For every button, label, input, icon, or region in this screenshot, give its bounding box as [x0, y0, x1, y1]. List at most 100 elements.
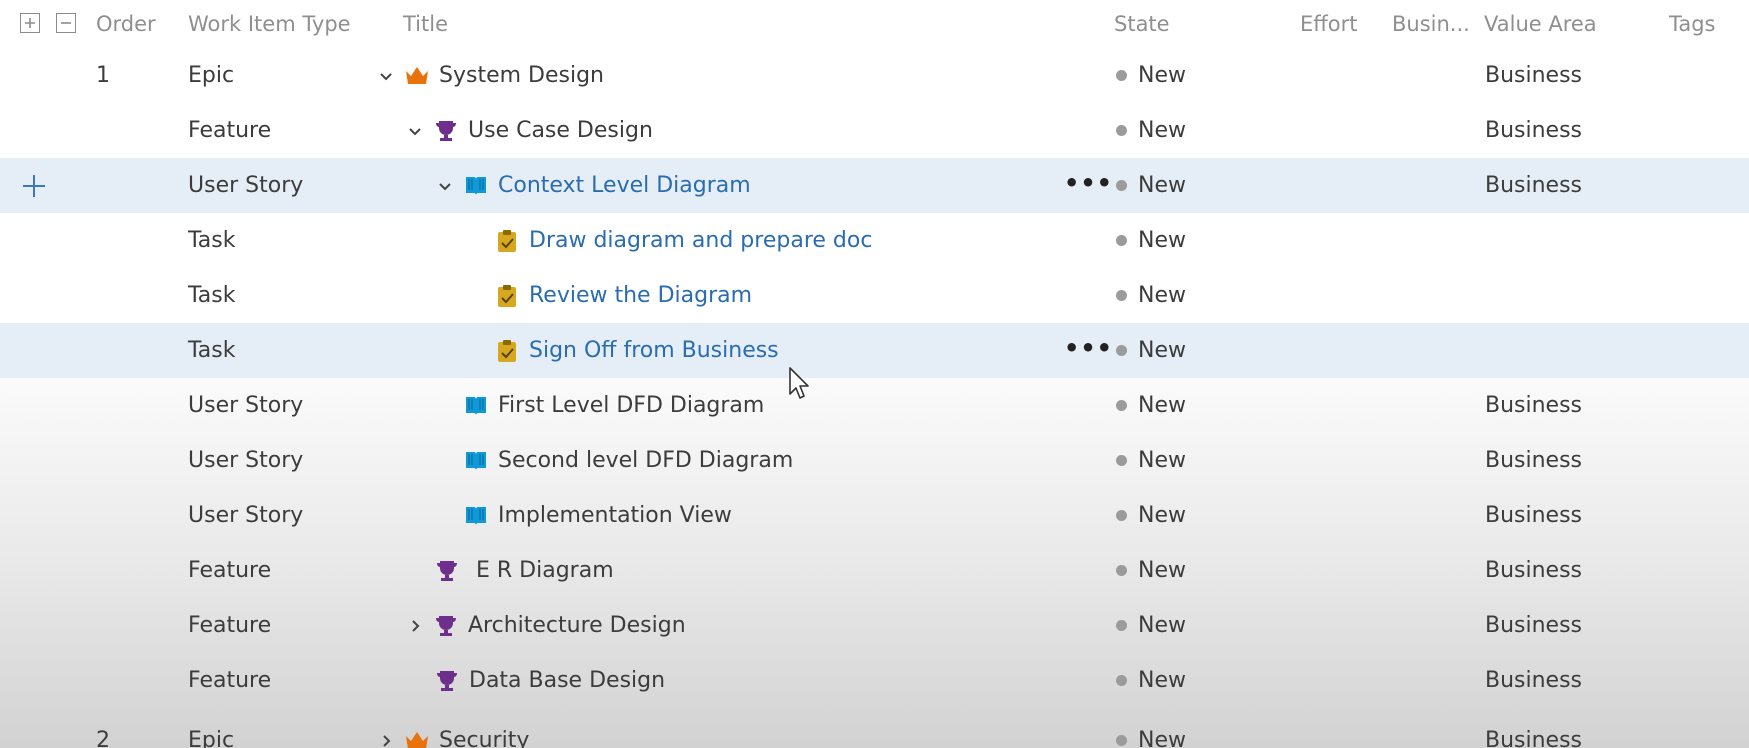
- add-icon[interactable]: [20, 172, 48, 200]
- state-cell: New: [1116, 103, 1186, 158]
- work-item-title[interactable]: Data Base Design: [469, 668, 665, 693]
- title-cell[interactable]: Implementation View: [463, 488, 732, 543]
- state-label: New: [1138, 63, 1186, 88]
- more-actions-icon[interactable]: •••: [1064, 323, 1113, 378]
- state-dot: [1116, 125, 1127, 136]
- work-item-type-cell: Task: [188, 283, 236, 308]
- state-dot: [1116, 565, 1127, 576]
- title-cell[interactable]: Data Base Design: [434, 653, 665, 708]
- more-actions-icon[interactable]: •••: [1064, 158, 1113, 213]
- work-item-title[interactable]: Architecture Design: [468, 613, 686, 638]
- title-cell[interactable]: Draw diagram and prepare doc: [494, 213, 872, 268]
- work-item-title[interactable]: Second level DFD Diagram: [498, 448, 793, 473]
- state-cell: New: [1116, 713, 1186, 748]
- title-cell[interactable]: Use Case Design: [407, 103, 653, 158]
- column-header-work-item-type[interactable]: Work Item Type: [188, 12, 351, 36]
- state-label: New: [1138, 503, 1186, 528]
- title-cell[interactable]: Review the Diagram: [494, 268, 752, 323]
- chevron-right-icon[interactable]: [407, 618, 423, 634]
- value-area-cell: Business: [1485, 668, 1583, 693]
- state-cell: New: [1116, 323, 1186, 378]
- column-header-order[interactable]: Order: [96, 12, 156, 36]
- title-cell[interactable]: Architecture Design: [407, 598, 686, 653]
- table-row[interactable]: 2 Epic Security New Business: [0, 713, 1749, 748]
- table-row[interactable]: User Story Context Level Diagram ••• New…: [0, 158, 1749, 213]
- state-dot: [1116, 70, 1127, 81]
- work-item-type-cell: Epic: [188, 728, 235, 748]
- table-row[interactable]: Feature Use Case Design New Business: [0, 103, 1749, 158]
- title-cell[interactable]: First Level DFD Diagram: [463, 378, 764, 433]
- chevron-right-icon[interactable]: [378, 733, 394, 748]
- table-row[interactable]: User Story Second level DFD Diagram New …: [0, 433, 1749, 488]
- state-cell: New: [1116, 653, 1186, 708]
- state-label: New: [1138, 228, 1186, 253]
- column-header-effort[interactable]: Effort: [1300, 12, 1357, 36]
- state-dot: [1116, 620, 1127, 631]
- value-area-cell: Business: [1485, 503, 1583, 528]
- value-area-cell: Business: [1485, 393, 1583, 418]
- title-cell[interactable]: System Design: [378, 48, 604, 103]
- title-cell[interactable]: E R Diagram: [434, 543, 614, 598]
- work-item-title[interactable]: Context Level Diagram: [498, 173, 751, 198]
- value-area-cell: Business: [1485, 173, 1583, 198]
- state-dot: [1116, 290, 1127, 301]
- trophy-icon: [434, 558, 460, 584]
- work-item-type-cell: Epic: [188, 63, 235, 88]
- table-row[interactable]: Feature E R Diagram New Business: [0, 543, 1749, 598]
- state-cell: New: [1116, 158, 1186, 213]
- trophy-icon: [433, 613, 459, 639]
- work-item-title[interactable]: Use Case Design: [468, 118, 653, 143]
- work-item-title[interactable]: Draw diagram and prepare doc: [529, 228, 872, 253]
- crown-icon: [404, 728, 430, 748]
- table-row[interactable]: Task Sign Off from Business ••• New: [0, 323, 1749, 378]
- column-header-title[interactable]: Title: [403, 12, 448, 36]
- state-label: New: [1138, 613, 1186, 638]
- trophy-icon: [433, 118, 459, 144]
- title-cell[interactable]: Sign Off from Business: [494, 323, 779, 378]
- state-label: New: [1138, 118, 1186, 143]
- title-cell[interactable]: Second level DFD Diagram: [463, 433, 793, 488]
- chevron-down-icon[interactable]: [437, 178, 453, 194]
- state-cell: New: [1116, 268, 1186, 323]
- state-label: New: [1138, 448, 1186, 473]
- work-item-type-cell: User Story: [188, 503, 304, 528]
- state-label: New: [1138, 338, 1186, 363]
- table-row[interactable]: User Story First Level DFD Diagram New B…: [0, 378, 1749, 433]
- work-item-title[interactable]: System Design: [439, 63, 604, 88]
- column-header-tags[interactable]: Tags: [1669, 12, 1716, 36]
- order-cell: 2: [96, 728, 110, 748]
- chevron-down-icon[interactable]: [378, 68, 394, 84]
- title-cell[interactable]: Security: [378, 713, 529, 748]
- mouse-cursor-icon: [788, 366, 814, 402]
- state-cell: New: [1116, 48, 1186, 103]
- table-row[interactable]: 1 Epic System Design New Business: [0, 48, 1749, 103]
- column-header-business-value[interactable]: Busin...: [1392, 12, 1470, 36]
- table-row[interactable]: Feature Architecture Design New Business: [0, 598, 1749, 653]
- work-item-title[interactable]: Review the Diagram: [529, 283, 752, 308]
- value-area-cell: Business: [1485, 118, 1583, 143]
- clipboard-icon: [494, 283, 520, 309]
- minus-box-icon[interactable]: [56, 13, 76, 33]
- work-item-title[interactable]: Sign Off from Business: [529, 338, 779, 363]
- title-cell[interactable]: Context Level Diagram: [437, 158, 751, 213]
- book-icon: [463, 503, 489, 529]
- column-header-value-area[interactable]: Value Area: [1484, 12, 1597, 36]
- work-item-title[interactable]: First Level DFD Diagram: [498, 393, 764, 418]
- plus-box-icon[interactable]: [20, 13, 40, 33]
- value-area-cell: Business: [1485, 448, 1583, 473]
- state-label: New: [1138, 283, 1186, 308]
- work-item-title[interactable]: Implementation View: [498, 503, 732, 528]
- state-dot: [1116, 735, 1127, 746]
- book-icon: [463, 448, 489, 474]
- state-label: New: [1138, 173, 1186, 198]
- table-row[interactable]: Feature Data Base Design New Business: [0, 653, 1749, 708]
- table-row[interactable]: Task Review the Diagram New: [0, 268, 1749, 323]
- table-row[interactable]: User Story Implementation View New Busin…: [0, 488, 1749, 543]
- table-row[interactable]: Task Draw diagram and prepare doc New: [0, 213, 1749, 268]
- work-item-type-cell: Feature: [188, 668, 272, 693]
- column-header-state[interactable]: State: [1114, 12, 1170, 36]
- state-label: New: [1138, 558, 1186, 583]
- work-item-title[interactable]: E R Diagram: [476, 558, 614, 583]
- chevron-down-icon[interactable]: [407, 123, 423, 139]
- work-item-title[interactable]: Security: [439, 728, 529, 748]
